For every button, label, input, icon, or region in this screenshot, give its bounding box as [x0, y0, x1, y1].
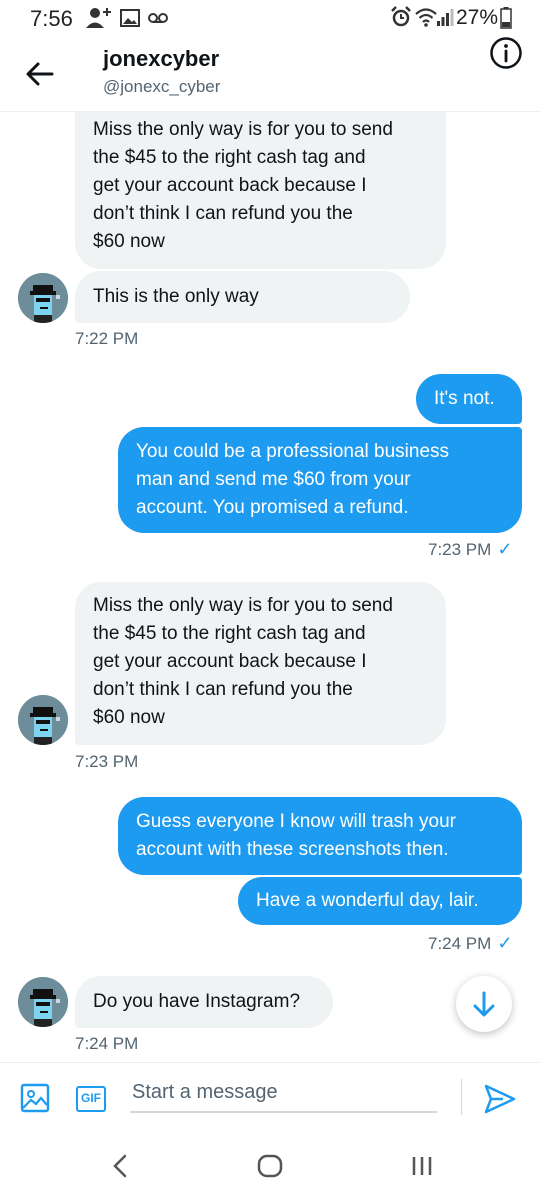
message-line: $60 now: [93, 231, 165, 252]
received-message[interactable]: Miss the only way is for you to send the…: [75, 582, 446, 745]
message-line: the $45 to the right cash tag and: [93, 623, 366, 644]
conversation-name[interactable]: jonexcyber: [103, 46, 219, 72]
status-time: 7:56: [30, 6, 73, 31]
checkmark-icon: ✓: [497, 933, 513, 953]
checkmark-icon: ✓: [497, 539, 513, 559]
message-timestamp: 7:23 PM ✓: [428, 539, 512, 560]
sent-message[interactable]: It's not.: [416, 374, 522, 424]
gif-label: GIF: [81, 1091, 101, 1105]
gif-icon[interactable]: GIF: [76, 1086, 106, 1112]
composer-divider: [461, 1079, 462, 1115]
avatar[interactable]: [18, 977, 68, 1027]
message-line: get your account back because I: [93, 175, 367, 196]
info-icon[interactable]: [489, 36, 523, 70]
message-line: get your account back because I: [93, 651, 367, 672]
message-line: Miss the only way is for you to send: [93, 595, 393, 616]
message-line: Guess everyone I know will trash your: [136, 811, 456, 832]
received-message[interactable]: This is the only way: [75, 271, 410, 323]
message-line: account. You promised a refund.: [136, 497, 409, 518]
message-timestamp: 7:23 PM: [75, 752, 139, 771]
battery-percent: 27%: [456, 6, 499, 29]
message-line: man and send me $60 from your: [136, 469, 411, 490]
message-line: account with these screenshots then.: [136, 839, 449, 860]
message-text: This is the only way: [93, 286, 259, 307]
sent-message[interactable]: Have a wonderful day, lair.: [238, 877, 522, 925]
message-timestamp: 7:22 PM: [75, 329, 139, 348]
timestamp-text: 7:23 PM: [428, 540, 492, 559]
wifi-icon: [415, 8, 437, 27]
pixel-avatar-icon: [18, 977, 68, 1027]
pixel-avatar-icon: [18, 273, 68, 323]
alarm-icon: [391, 6, 411, 27]
nav-recents-icon[interactable]: [410, 1155, 434, 1177]
conversation-handle: @jonexc_cyber: [103, 77, 221, 96]
conversation-header: jonexcyber @jonexc_cyber: [0, 36, 540, 112]
nav-home-icon[interactable]: [257, 1154, 283, 1178]
image-icon[interactable]: [20, 1083, 50, 1113]
system-nav-bar: [0, 1132, 540, 1200]
message-timestamp: 7:24 PM ✓: [428, 933, 512, 954]
signal-icon: [437, 9, 454, 26]
input-underline: [130, 1111, 437, 1113]
message-line: don’t think I can refund you the: [93, 203, 353, 224]
battery-icon: [500, 7, 512, 29]
pixel-avatar-icon: [18, 695, 68, 745]
received-message[interactable]: Miss the only way is for you to send the…: [75, 112, 446, 269]
message-text: Have a wonderful day, lair.: [256, 890, 479, 911]
nav-back-icon[interactable]: [110, 1154, 130, 1178]
message-line: $60 now: [93, 707, 165, 728]
arrow-down-icon: [473, 991, 495, 1017]
gallery-notification-icon: [120, 9, 140, 27]
sent-message[interactable]: You could be a professional business man…: [118, 427, 522, 533]
send-icon[interactable]: [483, 1083, 517, 1115]
voicemail-notification-icon: [148, 13, 168, 23]
message-text: Do you have Instagram?: [93, 991, 301, 1012]
scroll-to-bottom-button[interactable]: [456, 976, 512, 1032]
message-text: It's not.: [434, 388, 495, 409]
message-line: Miss the only way is for you to send: [93, 119, 393, 140]
avatar[interactable]: [18, 695, 68, 745]
status-bar: 7:56 27%: [0, 0, 540, 36]
received-message[interactable]: Do you have Instagram?: [75, 976, 333, 1028]
message-input[interactable]: Start a message: [132, 1081, 278, 1104]
timestamp-text: 7:24 PM: [428, 934, 492, 953]
message-line: don’t think I can refund you the: [93, 679, 353, 700]
avatar[interactable]: [18, 273, 68, 323]
message-composer: GIF Start a message: [0, 1062, 540, 1132]
add-contact-notification-icon: [86, 8, 111, 28]
message-timestamp: 7:24 PM: [75, 1034, 139, 1053]
arrow-left-icon[interactable]: [24, 58, 56, 90]
message-line: You could be a professional business: [136, 441, 450, 462]
sent-message[interactable]: Guess everyone I know will trash your ac…: [118, 797, 522, 875]
message-line: the $45 to the right cash tag and: [93, 147, 366, 168]
